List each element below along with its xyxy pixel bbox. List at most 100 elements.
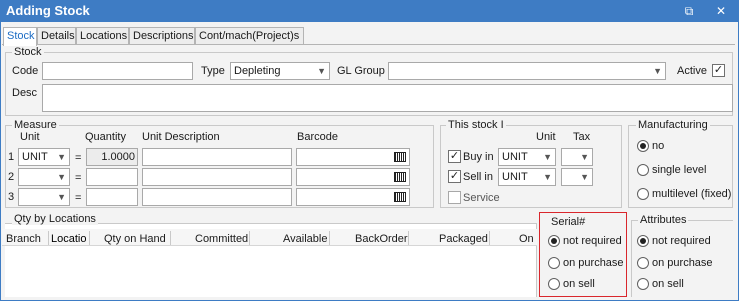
equals-sign: = <box>75 192 82 204</box>
this-stock-tax-header: Tax <box>573 131 591 143</box>
chevron-down-icon: ▼ <box>57 152 66 162</box>
chevron-down-icon: ▼ <box>57 192 66 202</box>
barcode-icon[interactable] <box>394 152 406 162</box>
barcode-input[interactable] <box>296 168 410 186</box>
serial-option-label: on purchase <box>563 257 624 269</box>
serial-not-required-radio[interactable] <box>548 235 560 247</box>
code-input[interactable] <box>42 62 193 80</box>
measure-quantity-header: Quantity <box>85 131 126 143</box>
restore-window-icon[interactable]: ⧉ <box>679 2 699 20</box>
equals-sign: = <box>75 152 82 164</box>
tab-stock[interactable]: Stock <box>3 27 37 46</box>
unit-description-header: Unit Description <box>142 131 220 143</box>
column-header-packaged[interactable]: Packaged <box>439 232 488 246</box>
chevron-down-icon: ▼ <box>580 172 589 182</box>
measure-unit-select[interactable]: UNIT ▼ <box>18 148 70 166</box>
column-header-location[interactable]: Locatio <box>51 232 86 246</box>
measure-row-number: 2 <box>8 171 15 183</box>
buy-unit-select[interactable]: UNIT ▼ <box>498 148 556 166</box>
sell-in-label: Sell in <box>463 171 493 183</box>
buy-tax-select[interactable]: ▼ <box>561 148 593 166</box>
column-separator <box>489 231 490 245</box>
manufacturing-group-title: Manufacturing <box>636 119 710 131</box>
qty-by-locations-title: Qty by Locations <box>12 213 98 225</box>
stock-group-title: Stock <box>12 46 44 58</box>
manufacturing-single-level-radio[interactable] <box>637 164 649 176</box>
this-stock-group-title: This stock I <box>446 119 506 131</box>
barcode-icon[interactable] <box>394 192 406 202</box>
tab-descriptions[interactable]: Descriptions <box>129 27 195 45</box>
buy-in-checkbox[interactable]: ✓ <box>448 150 461 163</box>
measure-row-number: 3 <box>8 191 15 203</box>
chevron-down-icon: ▼ <box>317 66 326 76</box>
gl-group-select[interactable]: ▼ <box>388 62 666 80</box>
measure-unit-header: Unit <box>20 131 40 143</box>
column-separator <box>48 231 49 245</box>
barcode-icon[interactable] <box>394 172 406 182</box>
measure-unit-select[interactable]: ▼ <box>18 188 70 206</box>
active-label: Active <box>677 65 707 77</box>
measure-quantity-input[interactable]: 1.0000 <box>86 148 138 166</box>
chevron-down-icon: ▼ <box>653 66 662 76</box>
barcode-input[interactable] <box>296 188 410 206</box>
equals-sign: = <box>75 172 82 184</box>
serial-option-label: on sell <box>563 278 595 290</box>
type-label: Type <box>201 65 225 77</box>
manufacturing-option-label: multilevel (fixed) <box>652 188 732 200</box>
tab-strip-divider <box>2 44 735 45</box>
tab-details[interactable]: Details <box>37 27 76 45</box>
column-separator <box>89 231 90 245</box>
service-checkbox[interactable] <box>448 191 461 204</box>
attributes-option-label: on sell <box>652 278 684 290</box>
sell-tax-select[interactable]: ▼ <box>561 168 593 186</box>
measure-row-number: 1 <box>8 151 15 163</box>
manufacturing-no-radio[interactable] <box>637 140 649 152</box>
sell-in-checkbox[interactable]: ✓ <box>448 170 461 183</box>
column-header-branch[interactable]: Branch <box>6 232 41 246</box>
manufacturing-multilevel-radio[interactable] <box>637 188 649 200</box>
barcode-input[interactable] <box>296 148 410 166</box>
unit-description-input[interactable] <box>142 188 292 206</box>
column-header-qty-on-hand[interactable]: Qty on Hand <box>104 232 166 246</box>
manufacturing-option-label: no <box>652 140 665 152</box>
desc-label: Desc <box>12 87 38 99</box>
serial-on-purchase-radio[interactable] <box>548 257 560 269</box>
column-separator <box>329 231 330 245</box>
chevron-down-icon: ▼ <box>543 152 552 162</box>
unit-description-input[interactable] <box>142 148 292 166</box>
column-header-on-order[interactable]: On <box>519 232 534 246</box>
serial-group-title: Serial# <box>551 216 586 228</box>
unit-description-input[interactable] <box>142 168 292 186</box>
measure-quantity-input[interactable] <box>86 168 138 186</box>
measure-quantity-input[interactable] <box>86 188 138 206</box>
type-select[interactable]: Depleting ▼ <box>230 62 330 80</box>
attributes-option-label: not required <box>652 235 711 247</box>
chevron-down-icon: ▼ <box>580 152 589 162</box>
title-bar: Adding Stock ⧉ ✕ <box>0 0 739 22</box>
attributes-on-sell-radio[interactable] <box>637 278 649 290</box>
window-title: Adding Stock <box>6 3 90 18</box>
chevron-down-icon: ▼ <box>543 172 552 182</box>
tab-contmach-projects[interactable]: Cont/mach(Project)s <box>195 27 304 45</box>
desc-input[interactable] <box>42 84 733 112</box>
serial-option-label: not required <box>563 235 622 247</box>
attributes-group-title: Attributes <box>638 214 689 226</box>
service-label: Service <box>463 192 500 204</box>
attributes-not-required-radio[interactable] <box>637 235 649 247</box>
barcode-header: Barcode <box>297 131 338 143</box>
code-label: Code <box>12 65 39 77</box>
active-checkbox[interactable]: ✓ <box>712 64 725 77</box>
column-separator <box>249 231 250 245</box>
column-header-available[interactable]: Available <box>283 232 327 246</box>
column-separator <box>408 231 409 245</box>
chevron-down-icon: ▼ <box>57 172 66 182</box>
attributes-on-purchase-radio[interactable] <box>637 257 649 269</box>
serial-on-sell-radio[interactable] <box>548 278 560 290</box>
sell-unit-select[interactable]: UNIT ▼ <box>498 168 556 186</box>
column-separator <box>170 231 171 245</box>
tab-locations[interactable]: Locations <box>76 27 129 45</box>
measure-unit-select[interactable]: ▼ <box>18 168 70 186</box>
close-window-icon[interactable]: ✕ <box>711 2 731 20</box>
column-header-committed[interactable]: Committed <box>195 232 248 246</box>
column-header-backorder[interactable]: BackOrder <box>355 232 408 246</box>
